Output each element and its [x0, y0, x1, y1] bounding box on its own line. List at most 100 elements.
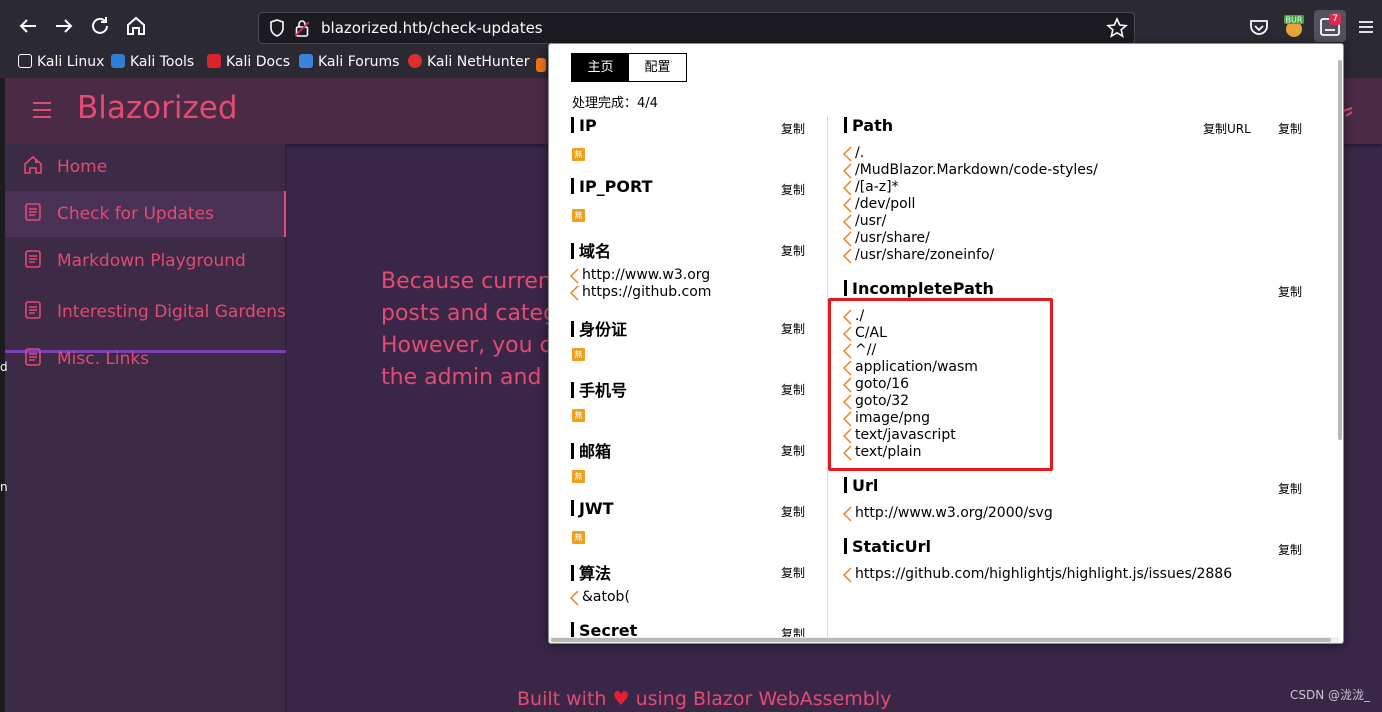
- reload-icon[interactable]: [88, 14, 112, 38]
- pocket-icon[interactable]: [1246, 14, 1272, 40]
- nav-drawer: Home Check for Updates Markdown Playgrou…: [5, 144, 286, 712]
- extension-badge: 7: [1329, 13, 1341, 25]
- copy-button[interactable]: 复制: [781, 320, 805, 337]
- horizontal-scrollbar[interactable]: [549, 637, 1339, 643]
- menu-icon[interactable]: [1353, 14, 1379, 40]
- tab-settings[interactable]: 配置: [629, 54, 686, 81]
- page-body-text: Because curren posts and categ However, …: [381, 269, 558, 390]
- list-item[interactable]: /usr/share/: [843, 230, 930, 247]
- bookmark-kali-forums[interactable]: Kali Forums: [299, 54, 399, 70]
- none-badge: 無: [572, 148, 585, 161]
- section-title-incomplete-path: IncompletePath: [844, 279, 994, 298]
- document-icon: [25, 250, 41, 268]
- list-item[interactable]: http://www.w3.org/2000/svg: [843, 505, 1053, 522]
- section-title-algorithm: 算法: [571, 560, 611, 584]
- highlight-annotation-box: [828, 298, 1053, 471]
- copy-button[interactable]: 复制: [781, 242, 805, 259]
- none-badge: 無: [572, 348, 585, 361]
- section-title-phone: 手机号: [571, 377, 627, 401]
- copy-button[interactable]: 复制: [1278, 120, 1302, 137]
- none-badge: 無: [572, 531, 585, 544]
- url-text[interactable]: blazorized.htb/check-updates: [321, 19, 543, 37]
- list-item[interactable]: /dev/poll: [843, 196, 915, 213]
- list-item[interactable]: /usr/: [843, 213, 886, 230]
- copy-button[interactable]: 复制: [1278, 283, 1302, 300]
- chevron-left-icon: [570, 590, 579, 606]
- chevron-left-icon: [843, 231, 852, 247]
- copy-button[interactable]: 复制: [781, 442, 805, 459]
- chevron-left-icon: [843, 180, 852, 196]
- kali-dragon-icon: [18, 54, 32, 68]
- chevron-left-icon: [843, 567, 852, 583]
- nav-item-check-for-updates[interactable]: Check for Updates: [5, 191, 286, 237]
- bookmark-kali-docs[interactable]: Kali Docs: [207, 54, 290, 70]
- findsomething-extension-icon[interactable]: 7: [1314, 10, 1346, 42]
- app-brand[interactable]: Blazorized: [77, 90, 238, 126]
- vertical-scrollbar[interactable]: [1337, 44, 1343, 643]
- list-item[interactable]: http://www.w3.org: [570, 267, 710, 284]
- list-item[interactable]: &atob(: [570, 589, 630, 606]
- chevron-left-icon: [843, 248, 852, 264]
- none-badge: 無: [572, 470, 585, 483]
- tracking-shield-icon[interactable]: [269, 19, 285, 37]
- progress-status: 处理完成：4/4: [572, 96, 658, 111]
- back-arrow-icon[interactable]: [16, 14, 40, 38]
- kali-nethunter-icon: [408, 54, 422, 68]
- copy-button[interactable]: 复制: [781, 564, 805, 581]
- section-title-domain: 域名: [571, 238, 611, 262]
- home-icon[interactable]: [124, 14, 148, 38]
- nav-item-misc-links[interactable]: Misc. Links: [5, 336, 286, 382]
- section-title-static-url: StaticUrl: [844, 537, 931, 556]
- copy-button[interactable]: 复制: [781, 181, 805, 198]
- section-title-url: Url: [844, 476, 878, 495]
- copy-button[interactable]: 复制: [781, 503, 805, 520]
- home-outline-icon: [24, 155, 42, 174]
- popup-tabs: 主页 配置: [571, 53, 687, 82]
- findsomething-popup: 主页 配置 处理完成：4/4 IP 复制 無 IP_PORT 复制 無 域名 复…: [548, 43, 1344, 644]
- list-item[interactable]: https://github.com/highlightjs/highlight…: [843, 566, 1232, 583]
- bookmark-kali-tools[interactable]: Kali Tools: [111, 54, 194, 70]
- section-title-path: Path: [844, 116, 893, 135]
- document-icon: [25, 301, 41, 319]
- nav-item-markdown-playground[interactable]: Markdown Playground: [5, 238, 286, 284]
- list-item[interactable]: /MudBlazor.Markdown/code-styles/: [843, 162, 1098, 179]
- list-item[interactable]: /usr/share/zoneinfo/: [843, 247, 994, 264]
- hamburger-menu-icon[interactable]: [33, 102, 51, 118]
- list-item[interactable]: /.: [843, 145, 864, 162]
- kali-docs-icon: [207, 54, 221, 68]
- bookmark-kali-nethunter[interactable]: Kali NetHunter: [408, 54, 529, 70]
- url-bar[interactable]: blazorized.htb/check-updates: [258, 12, 1135, 44]
- watermark: CSDN @泷泷_: [1289, 688, 1370, 702]
- heart-icon: ♥: [612, 688, 630, 710]
- bookmark-star-icon[interactable]: [1106, 17, 1128, 39]
- bookmark-kali-linux[interactable]: Kali Linux: [18, 54, 104, 70]
- copy-url-button[interactable]: 复制URL: [1203, 120, 1251, 137]
- chevron-left-icon: [843, 506, 852, 522]
- chevron-left-icon: [570, 285, 579, 301]
- copy-button[interactable]: 复制: [781, 381, 805, 398]
- nav-item-interesting-digital-gardens[interactable]: Interesting Digital Gardens: [5, 289, 286, 335]
- copy-button[interactable]: 复制: [781, 120, 805, 137]
- svg-text:BUR: BUR: [1286, 16, 1303, 25]
- page-footer: Built with ♥ using Blazor WebAssembly: [517, 688, 892, 710]
- tab-home[interactable]: 主页: [572, 54, 629, 81]
- section-title-email: 邮箱: [571, 438, 611, 462]
- kali-forums-icon: [299, 54, 313, 68]
- chevron-left-icon: [843, 197, 852, 213]
- nav-item-home[interactable]: Home: [5, 144, 286, 190]
- section-title-id-card: 身份证: [571, 316, 627, 340]
- none-badge: 無: [572, 409, 585, 422]
- section-title-ip: IP: [571, 116, 597, 135]
- copy-button[interactable]: 复制: [1278, 480, 1302, 497]
- kali-tools-icon: [111, 54, 125, 68]
- insecure-lock-icon[interactable]: [295, 19, 309, 37]
- forward-arrow-icon[interactable]: [52, 14, 76, 38]
- burp-extension-icon[interactable]: BUR: [1281, 14, 1307, 40]
- bookmark-overflow-icon[interactable]: [536, 58, 546, 72]
- list-item[interactable]: https://github.com: [570, 284, 711, 301]
- scrollbar-thumb[interactable]: [551, 638, 1331, 642]
- document-icon: [25, 203, 41, 221]
- list-item[interactable]: /[a-z]*: [843, 179, 899, 196]
- scrollbar-thumb[interactable]: [1338, 60, 1342, 440]
- copy-button[interactable]: 复制: [1278, 541, 1302, 558]
